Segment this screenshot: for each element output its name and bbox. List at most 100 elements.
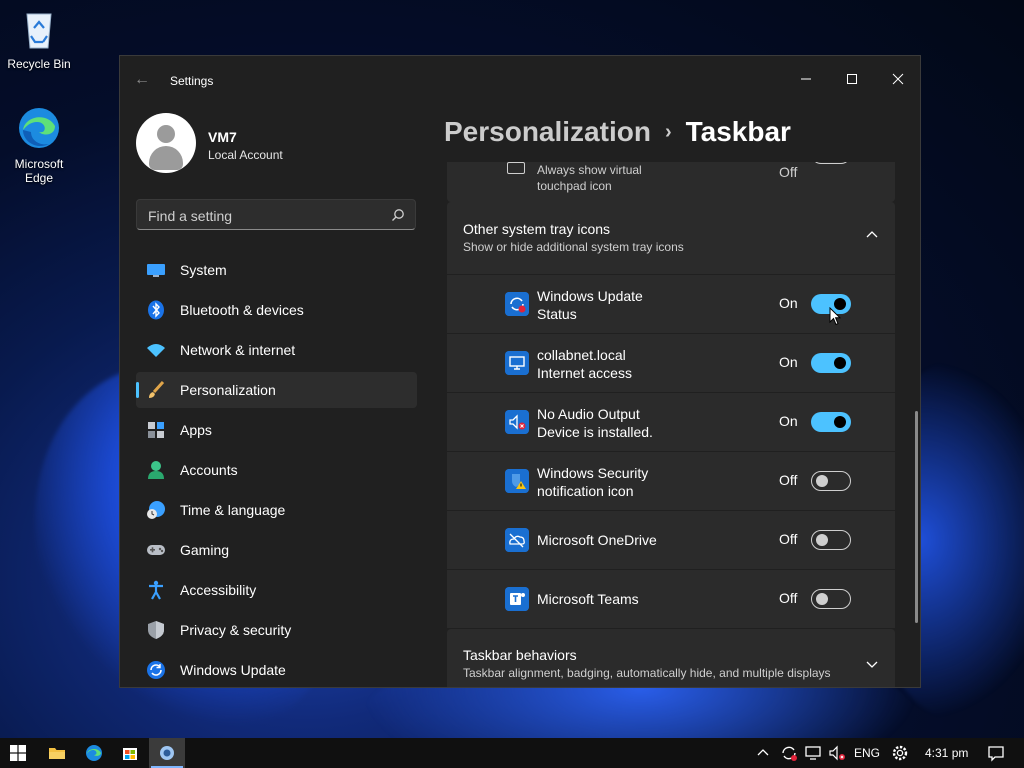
tray-item-label: collabnet.local Internet access [537,347,632,381]
sidebar-item-apps[interactable]: Apps [136,412,417,448]
gamepad-icon [146,540,166,560]
maximize-button[interactable] [829,64,875,94]
breadcrumb-parent[interactable]: Personalization [444,116,651,147]
tray-item-label: No Audio Output Device is installed. [537,406,653,440]
teams-toggle[interactable] [811,589,851,609]
chevron-up-icon [866,231,878,238]
sidebar-item-accessibility[interactable]: Accessibility [136,572,417,608]
speaker-muted-icon[interactable] [828,744,846,762]
tray-item-label: Windows Update Status [537,288,643,322]
taskbar-edge[interactable] [76,738,112,768]
clock-time[interactable]: 4:31 pm [925,746,968,760]
sidebar-item-bluetooth[interactable]: Bluetooth & devices [136,292,417,328]
settings-window: ← Settings VM7 Local Account Find a sett… [119,55,921,688]
search-input[interactable]: Find a setting [136,199,416,230]
taskbar-store[interactable] [112,738,148,768]
windows-security-toggle[interactable] [811,471,851,491]
chevron-up-icon[interactable] [756,746,770,760]
page-title: Taskbar [685,116,791,147]
sidebar-item-label: Time & language [180,502,286,518]
security-warning-icon [505,469,529,493]
toggle-knob [834,357,846,369]
sidebar-item-label: Windows Update [180,662,286,678]
taskbar-file-explorer[interactable] [39,738,75,768]
expander-subtitle: Show or hide additional system tray icon… [463,240,684,254]
close-button[interactable] [875,64,920,94]
accessibility-icon [146,580,166,600]
tray-item-label: Windows Security notification icon [537,465,649,499]
system-icon [146,260,166,280]
avatar-head [157,125,175,143]
windows-update-status-icon [505,292,529,316]
taskbar-settings[interactable] [149,738,185,768]
onedrive-icon [505,528,529,552]
toggle-state-label: On [779,295,798,311]
sidebar-item-privacy-security[interactable]: Privacy & security [136,612,417,648]
title-bar: ← Settings [120,56,920,104]
teams-icon [505,587,529,611]
sidebar-item-system[interactable]: System [136,252,417,288]
desktop-icon-recycle-bin[interactable]: Recycle Bin [1,6,77,71]
toggle-knob [816,534,828,546]
audio-output-toggle[interactable] [811,412,851,432]
touchpad-icon [507,162,525,174]
desktop-icon-label: Recycle Bin [7,57,71,71]
sidebar-item-label: Gaming [180,542,230,558]
wifi-icon [146,340,166,360]
close-icon [892,73,904,85]
taskbar: ENG 4:31 pm [0,738,1024,768]
setting-label: Always show virtual touchpad icon [537,163,642,193]
content-pane: Always show virtual touchpad icon Off Ot… [447,162,897,687]
sidebar-item-label: Accounts [180,462,238,478]
list-item: Microsoft OneDrive Off [447,511,895,569]
apps-icon [146,420,166,440]
notification-icon[interactable] [987,744,1005,762]
desktop-icon-microsoft-edge[interactable]: Microsoft Edge [1,106,77,185]
sidebar-item-network[interactable]: Network & internet [136,332,417,368]
sidebar-item-accounts[interactable]: Accounts [136,452,417,488]
avatar-body [149,146,183,170]
sidebar-item-label: Privacy & security [180,622,292,638]
store-icon [123,748,137,760]
windows-update-status-icon[interactable] [780,744,798,762]
sidebar-item-label: Accessibility [180,582,257,598]
sidebar-item-gaming[interactable]: Gaming [136,532,417,568]
toggle-knob [816,475,828,487]
gear-icon[interactable] [891,744,909,762]
brush-icon [146,380,166,400]
sidebar-nav: System Bluetooth & devices Network & int… [136,252,417,687]
sidebar-item-label: Network & internet [180,342,296,358]
sidebar-item-personalization[interactable]: Personalization [136,372,417,408]
sidebar-item-label: Bluetooth & devices [180,302,304,318]
back-arrow-icon[interactable]: ← [134,71,150,89]
tray-item-label: Microsoft OneDrive [537,532,657,548]
taskbar-behaviors-expander[interactable]: Taskbar behaviors Taskbar alignment, bad… [447,629,895,687]
start-button[interactable] [0,738,36,768]
edge-icon [19,108,59,148]
onedrive-toggle[interactable] [811,530,851,550]
folder-icon [49,748,65,759]
window-title: Settings [170,74,214,88]
desktop-icon-label: Microsoft Edge [14,157,64,185]
sidebar-item-windows-update[interactable]: Windows Update [136,652,417,687]
other-tray-icons-expander[interactable]: Other system tray icons Show or hide add… [447,202,895,274]
scrollbar[interactable] [915,411,918,623]
globe-clock-icon [146,500,166,520]
list-item: Microsoft Teams Off [447,570,895,628]
update-icon [146,660,166,680]
shield-icon [146,620,166,640]
avatar[interactable] [136,113,196,173]
edge-icon [86,745,102,761]
network-access-toggle[interactable] [811,353,851,373]
search-icon [392,209,404,221]
sidebar-item-label: Personalization [180,382,276,398]
language-indicator[interactable]: ENG [854,746,880,760]
account-type: Local Account [208,148,283,162]
touchpad-icon-toggle[interactable] [811,162,851,164]
sidebar-item-time-language[interactable]: Time & language [136,492,417,528]
breadcrumb-separator: › [664,121,672,143]
minimize-button[interactable] [783,64,829,94]
toggle-state-label: Off [779,164,798,180]
network-monitor-icon[interactable] [804,744,822,762]
expander-title: Other system tray icons [463,221,611,237]
